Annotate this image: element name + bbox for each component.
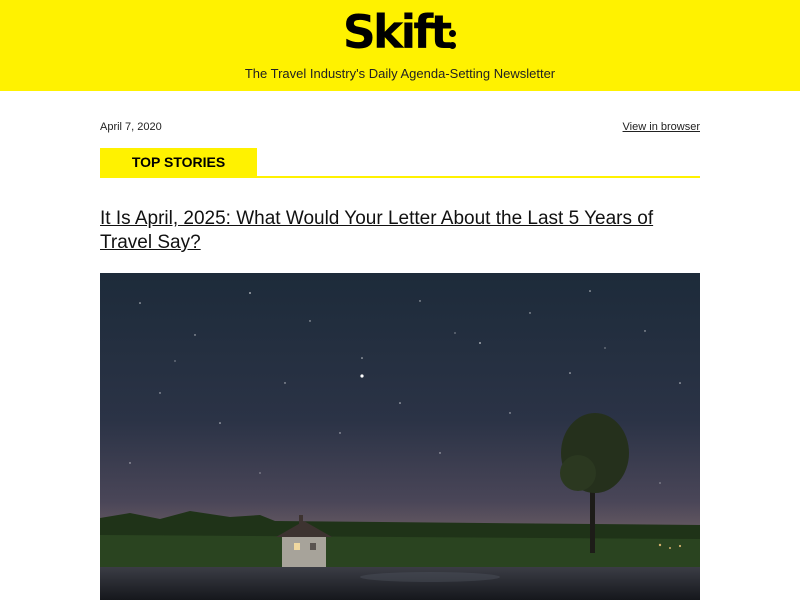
story-hero-image[interactable] — [100, 273, 700, 600]
section-header: TOP STORIES — [100, 148, 700, 178]
section-label: TOP STORIES — [100, 148, 257, 176]
issue-date: April 7, 2020 — [100, 121, 162, 133]
logo-dots-icon — [447, 22, 457, 52]
newsletter-tagline: The Travel Industry's Daily Agenda-Setti… — [244, 66, 556, 81]
story-headline-link[interactable]: It Is April, 2025: What Would Your Lette… — [100, 207, 700, 255]
skift-logo[interactable]: Skift — [0, 2, 800, 62]
view-in-browser-link[interactable]: View in browser — [623, 121, 700, 133]
newsletter-header: Skift The Travel Industry's Daily Agenda… — [0, 0, 800, 91]
